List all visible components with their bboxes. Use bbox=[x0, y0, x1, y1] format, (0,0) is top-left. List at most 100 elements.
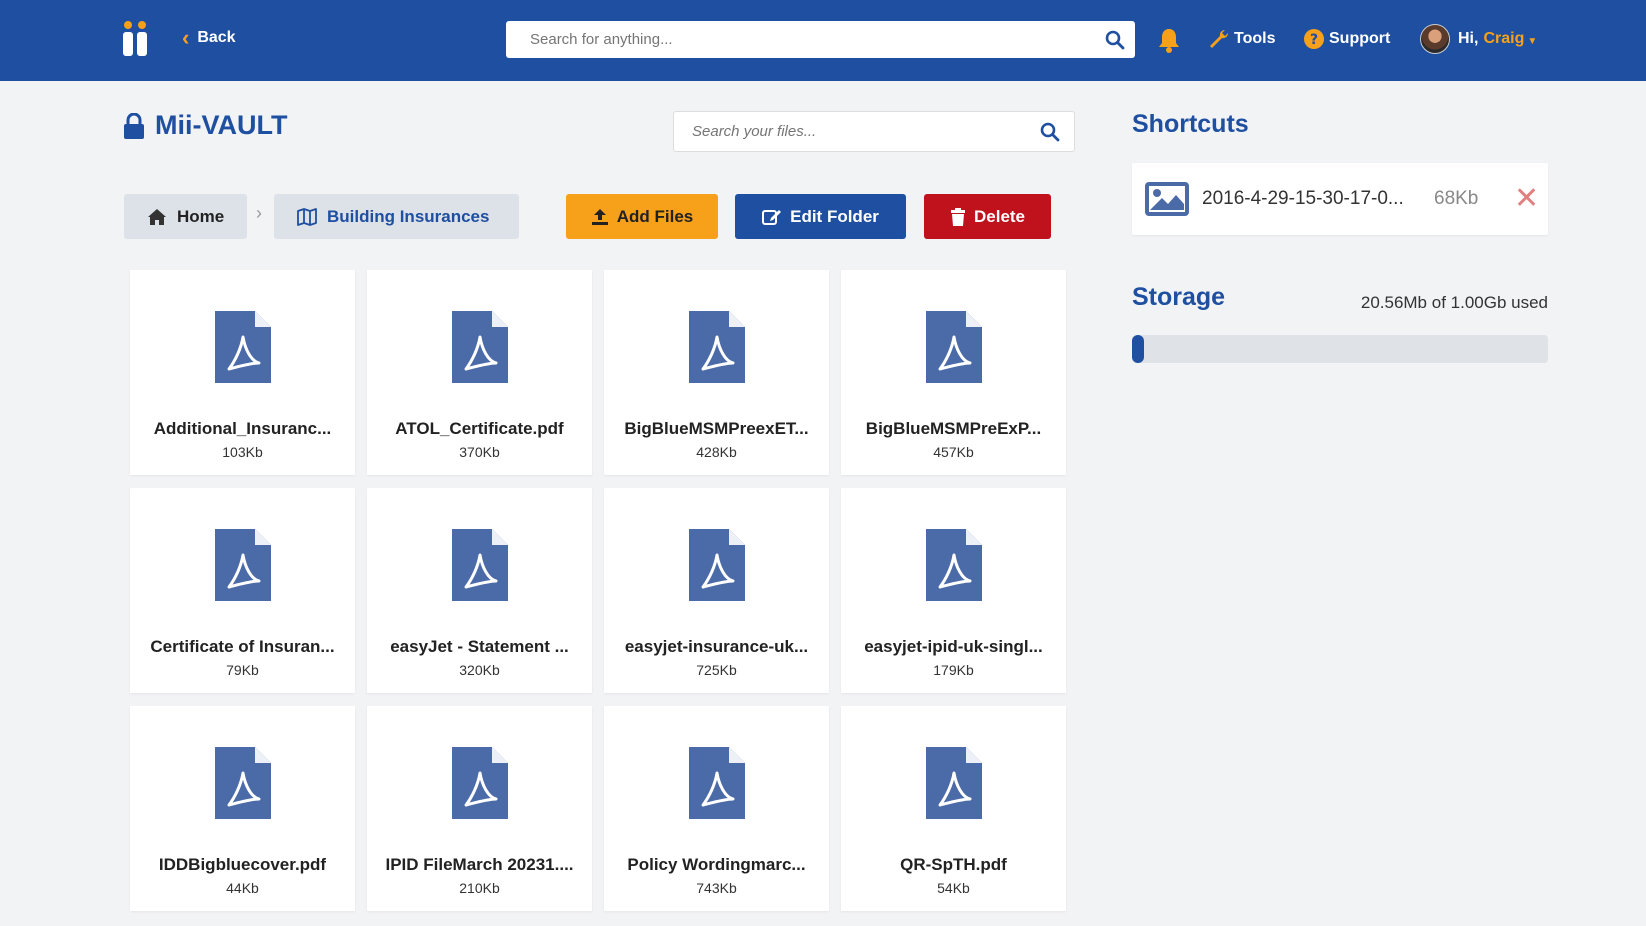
file-search bbox=[673, 111, 1075, 152]
remove-shortcut-close-icon[interactable]: ✕ bbox=[1514, 184, 1539, 214]
file-card[interactable]: easyJet - Statement ... 320Kb bbox=[367, 488, 592, 693]
map-icon bbox=[297, 207, 317, 226]
edit-folder-label: Edit Folder bbox=[790, 206, 879, 226]
avatar bbox=[1420, 24, 1450, 54]
search-icon[interactable] bbox=[1095, 30, 1135, 50]
file-size: 210Kb bbox=[459, 880, 500, 896]
file-name: QR-SpTH.pdf bbox=[900, 855, 1007, 874]
file-name: easyjet-ipid-uk-singl... bbox=[864, 637, 1043, 656]
image-icon bbox=[1145, 182, 1189, 216]
user-name: Craig bbox=[1483, 30, 1525, 47]
file-name: easyJet - Statement ... bbox=[390, 637, 569, 656]
file-card[interactable]: Certificate of Insuran... 79Kb bbox=[130, 488, 355, 693]
file-card[interactable]: QR-SpTH.pdf 54Kb bbox=[841, 706, 1066, 911]
add-files-button[interactable]: Add Files bbox=[566, 194, 718, 239]
add-files-label: Add Files bbox=[616, 206, 694, 226]
edit-icon bbox=[762, 208, 782, 226]
global-search-input[interactable] bbox=[506, 21, 1095, 58]
tools-link[interactable]: Tools bbox=[1208, 26, 1275, 52]
pdf-file-icon bbox=[688, 311, 745, 383]
user-menu[interactable]: Hi, Craig ▼ bbox=[1420, 24, 1537, 54]
support-label: Support bbox=[1329, 30, 1391, 47]
breadcrumb-current-label: Building Insurances bbox=[327, 206, 490, 226]
upload-icon bbox=[591, 208, 609, 226]
breadcrumb-home[interactable]: Home bbox=[124, 194, 248, 239]
pdf-file-icon bbox=[451, 529, 508, 601]
page-title: Mii-VAULT bbox=[123, 110, 287, 141]
pdf-file-icon bbox=[451, 311, 508, 383]
delete-label: Delete bbox=[973, 206, 1026, 226]
vault-title-text: Mii-VAULT bbox=[155, 110, 288, 140]
global-search bbox=[506, 21, 1135, 58]
bell-icon[interactable] bbox=[1157, 27, 1181, 53]
file-size: 370Kb bbox=[459, 444, 500, 460]
support-link[interactable]: ? Support bbox=[1303, 26, 1390, 52]
storage-used-text: 20.56Mb of 1.00Gb used bbox=[1360, 293, 1548, 312]
storage-progress-bar bbox=[1132, 335, 1548, 363]
breadcrumb-home-label: Home bbox=[177, 206, 225, 226]
file-size: 79Kb bbox=[226, 662, 259, 678]
delete-button[interactable]: Delete bbox=[924, 194, 1051, 239]
pdf-file-icon bbox=[688, 529, 745, 601]
shortcut-name: 2016-4-29-15-30-17-0... bbox=[1202, 188, 1404, 209]
trash-icon bbox=[950, 207, 966, 226]
wrench-icon bbox=[1208, 28, 1230, 50]
file-size: 44Kb bbox=[226, 880, 259, 896]
chevron-left-icon: ‹ bbox=[182, 25, 190, 50]
file-name: BigBlueMSMPreexET... bbox=[624, 419, 809, 438]
file-name: BigBlueMSMPreExP... bbox=[865, 419, 1042, 438]
pdf-file-icon bbox=[688, 747, 745, 819]
file-size: 457Kb bbox=[933, 444, 974, 460]
pdf-file-icon bbox=[451, 747, 508, 819]
file-card[interactable]: BigBlueMSMPreexET... 428Kb bbox=[604, 270, 829, 475]
top-navigation-bar: ‹ Back Tools ? Support Hi, Craig ▼ bbox=[0, 0, 1646, 81]
file-card[interactable]: easyjet-ipid-uk-singl... 179Kb bbox=[841, 488, 1066, 693]
back-label: Back bbox=[197, 29, 236, 46]
breadcrumb-separator-icon: › bbox=[256, 203, 262, 223]
file-search-input[interactable] bbox=[674, 112, 1026, 151]
file-card[interactable]: BigBlueMSMPreExP... 457Kb bbox=[841, 270, 1066, 475]
file-card[interactable]: Additional_Insuranc... 103Kb bbox=[130, 270, 355, 475]
file-name: IDDBigbluecover.pdf bbox=[158, 855, 327, 874]
pdf-file-icon bbox=[214, 747, 271, 819]
storage-title: Storage bbox=[1132, 283, 1226, 311]
caret-down-icon: ▼ bbox=[1527, 35, 1538, 47]
greeting: Hi, bbox=[1458, 30, 1479, 47]
file-size: 428Kb bbox=[696, 444, 737, 460]
file-name: Policy Wordingmarc... bbox=[627, 855, 806, 874]
pdf-file-icon bbox=[214, 311, 271, 383]
file-name: IPID FileMarch 20231.... bbox=[385, 855, 574, 874]
file-card[interactable]: Policy Wordingmarc... 743Kb bbox=[604, 706, 829, 911]
shortcut-item[interactable]: 2016-4-29-15-30-17-0... 68Kb ✕ bbox=[1132, 163, 1548, 235]
shortcuts-title: Shortcuts bbox=[1132, 110, 1249, 138]
file-card[interactable]: easyjet-insurance-uk... 725Kb bbox=[604, 488, 829, 693]
pdf-file-icon bbox=[925, 529, 982, 601]
storage-progress-fill bbox=[1132, 335, 1144, 363]
file-size: 725Kb bbox=[696, 662, 737, 678]
search-icon[interactable] bbox=[1026, 122, 1074, 142]
file-name: Additional_Insuranc... bbox=[153, 419, 332, 438]
back-button[interactable]: ‹ Back bbox=[182, 26, 236, 50]
edit-folder-button[interactable]: Edit Folder bbox=[735, 194, 906, 239]
pdf-file-icon bbox=[925, 747, 982, 819]
svg-text:?: ? bbox=[1310, 32, 1318, 48]
breadcrumb-current[interactable]: Building Insurances bbox=[274, 194, 519, 239]
help-circle-icon: ? bbox=[1303, 28, 1325, 50]
file-card[interactable]: IDDBigbluecover.pdf 44Kb bbox=[130, 706, 355, 911]
shortcut-size: 68Kb bbox=[1434, 188, 1479, 209]
file-grid: Additional_Insuranc... 103Kb ATOL_Certific… bbox=[130, 270, 1070, 911]
file-card[interactable]: IPID FileMarch 20231.... 210Kb bbox=[367, 706, 592, 911]
home-icon bbox=[147, 208, 167, 226]
file-card[interactable]: ATOL_Certificate.pdf 370Kb bbox=[367, 270, 592, 475]
file-size: 103Kb bbox=[222, 444, 263, 460]
file-size: 54Kb bbox=[937, 880, 970, 896]
file-size: 320Kb bbox=[459, 662, 500, 678]
pdf-file-icon bbox=[925, 311, 982, 383]
file-size: 179Kb bbox=[933, 662, 974, 678]
file-name: easyjet-insurance-uk... bbox=[624, 637, 809, 656]
file-name: ATOL_Certificate.pdf bbox=[395, 419, 564, 438]
file-size: 743Kb bbox=[696, 880, 737, 896]
app-logo-icon[interactable] bbox=[122, 20, 152, 56]
file-name: Certificate of Insuran... bbox=[150, 637, 335, 656]
tools-label: Tools bbox=[1234, 30, 1276, 47]
